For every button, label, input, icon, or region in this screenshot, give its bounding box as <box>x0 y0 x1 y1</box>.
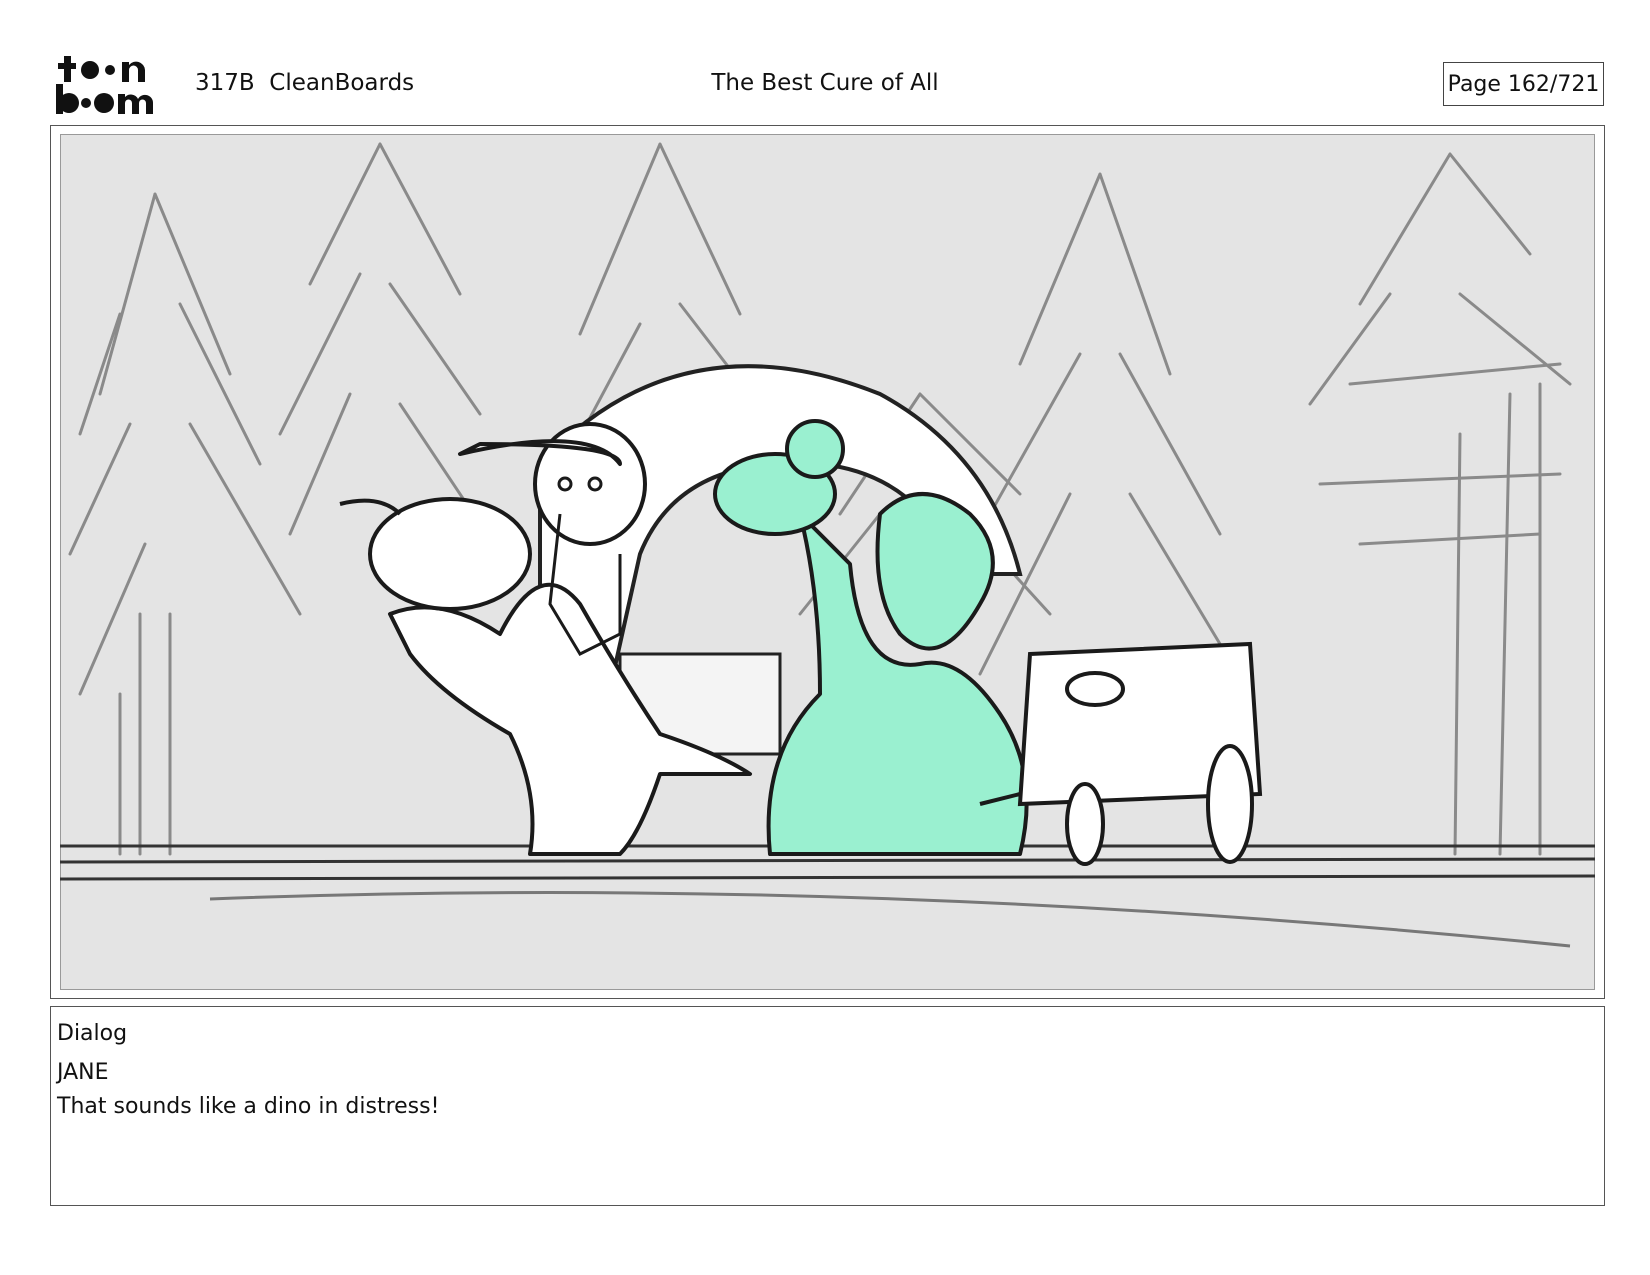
dialog-box: Dialog JANE That sounds like a dino in d… <box>50 1006 1605 1206</box>
dialog-label: Dialog <box>57 1021 128 1046</box>
page-header: 317B CleanBoards The Best Cure of All Pa… <box>0 0 1650 120</box>
storyboard-panel <box>50 125 1605 999</box>
dialog-speaker: JANE <box>57 1060 109 1085</box>
document-title: The Best Cure of All <box>711 70 939 96</box>
storyboard-drawing <box>60 134 1595 990</box>
dialog-line: That sounds like a dino in distress! <box>57 1094 440 1119</box>
page-counter: Page 162/721 <box>1443 62 1604 106</box>
